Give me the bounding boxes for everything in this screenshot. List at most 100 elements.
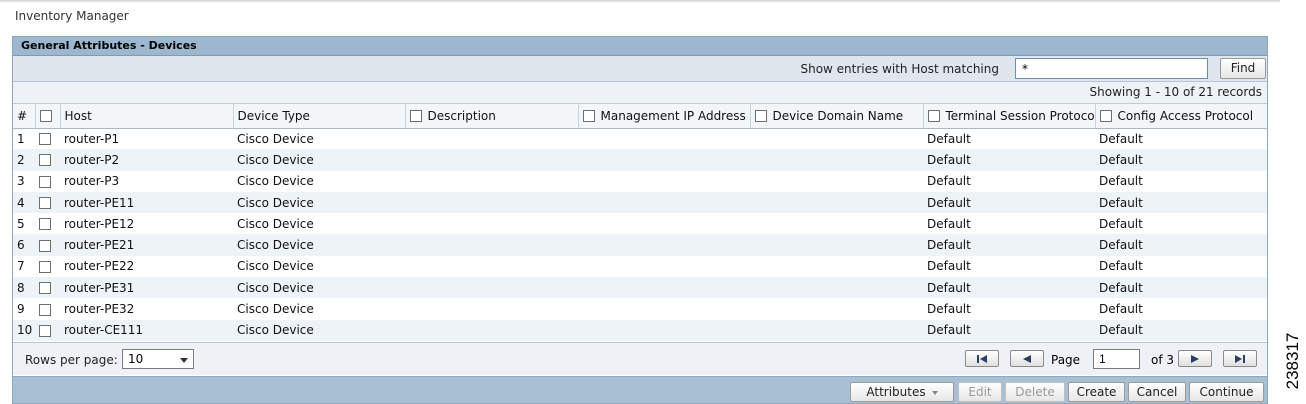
column-header-mgmt-ip[interactable]: Management IP Address [578,104,751,129]
next-page-button[interactable] [1178,350,1212,367]
row-index: 9 [17,302,25,317]
row-index: 10 [13,319,35,341]
panel-title: General Attributes - Devices [13,37,1267,56]
domain-column-checkbox[interactable] [754,110,767,123]
next-page-icon [1191,355,1199,363]
column-header-config[interactable]: Config Access Protocol [1095,104,1267,129]
row-checkbox[interactable] [39,303,51,316]
filter-bar: Show entries with Host matching Find [13,56,1267,82]
row-config-link[interactable]: Default [1095,171,1267,192]
row-device-type: Cisco Device [233,234,405,256]
records-summary: Showing 1 - 10 of 21 records [13,82,1267,104]
row-terminal-link[interactable]: Default [923,128,1095,149]
row-device-type: Cisco Device [237,259,314,274]
row-config-link[interactable]: Default [1095,277,1267,299]
row-checkbox[interactable] [39,282,51,295]
config-column-checkbox[interactable] [1099,110,1112,123]
row-config-link[interactable]: Default [1095,234,1267,256]
edit-button[interactable]: Edit [958,382,1002,402]
row-terminal-link[interactable]: Default [923,298,1095,319]
table-row[interactable]: 9 router-PE32 Cisco Device Default Default [13,298,1267,319]
row-config-link[interactable]: Default [1095,298,1267,319]
create-button[interactable]: Create [1068,382,1125,402]
row-checkbox[interactable] [39,239,51,252]
host-filter-input[interactable] [1015,58,1208,79]
description-column-checkbox[interactable] [409,110,422,123]
row-checkbox[interactable] [39,324,51,337]
prev-page-icon [1023,355,1031,363]
action-bar: Attributes Edit Delete Create Cancel Con… [13,376,1267,403]
column-header-select [35,104,61,129]
table-header-row: # Host Device Type Description Managemen… [13,104,1267,129]
row-checkbox[interactable] [39,197,51,210]
rows-per-page-select[interactable]: 10 [122,349,194,369]
row-checkbox[interactable] [39,133,51,146]
table-row[interactable]: 3 router-P3 Cisco Device Default Default [13,171,1267,192]
column-header-domain[interactable]: Device Domain Name [750,104,924,129]
row-host: router-PE12 [64,216,135,231]
row-index: 3 [17,174,25,189]
chevron-down-icon [931,390,938,395]
row-device-type: Cisco Device [233,191,405,214]
prev-page-button[interactable] [1010,350,1044,367]
chevron-down-icon [180,358,188,363]
find-button[interactable]: Find [1220,58,1266,79]
row-config-link[interactable]: Default [1095,213,1267,234]
devices-table: # Host Device Type Description Managemen… [13,104,1267,341]
row-config-link[interactable]: Default [1095,191,1267,214]
row-terminal-link[interactable]: Default [923,191,1095,214]
row-index: 1 [17,131,25,146]
delete-button[interactable]: Delete [1005,382,1065,402]
row-host: router-P2 [60,149,233,171]
table-row[interactable]: 7 router-PE22 Cisco Device Default Default [13,256,1267,277]
select-all-checkbox[interactable] [39,110,52,123]
row-host: router-PE21 [60,234,233,256]
row-terminal-link[interactable]: Default [923,149,1095,171]
last-page-button[interactable] [1223,350,1257,367]
row-index: 6 [13,234,35,256]
table-row[interactable]: 2 router-P2 Cisco Device Default Default [13,149,1267,171]
page-count-label: of 3 [1151,353,1175,367]
attributes-menu-button[interactable]: Attributes [850,382,954,402]
page-number-input[interactable] [1093,349,1140,369]
row-checkbox[interactable] [39,154,51,167]
row-device-type: Cisco Device [233,319,405,341]
row-host: router-PE22 [64,259,135,274]
row-config-link[interactable]: Default [1095,256,1267,277]
app-title: Inventory Manager [15,9,129,23]
row-checkbox[interactable] [39,218,51,231]
row-terminal-link[interactable]: Default [923,277,1095,299]
row-config-link[interactable]: Default [1095,319,1267,341]
column-header-terminal[interactable]: Terminal Session Protocol [923,104,1096,129]
table-row[interactable]: 1 router-P1 Cisco Device Default Default [13,128,1267,149]
continue-button[interactable]: Continue [1189,382,1264,402]
row-terminal-link[interactable]: Default [923,319,1095,341]
column-header-description[interactable]: Description [405,104,579,129]
row-terminal-link[interactable]: Default [923,234,1095,256]
row-terminal-link[interactable]: Default [923,213,1095,234]
column-header-host[interactable]: Host [60,104,234,129]
table-row[interactable]: 5 router-PE12 Cisco Device Default Default [13,213,1267,234]
row-index: 7 [17,259,25,274]
row-terminal-link[interactable]: Default [923,256,1095,277]
row-device-type: Cisco Device [237,216,314,231]
mgmt-ip-column-checkbox[interactable] [582,110,595,123]
cancel-button[interactable]: Cancel [1128,382,1186,402]
row-device-type: Cisco Device [237,174,314,189]
row-device-type: Cisco Device [237,302,314,317]
terminal-column-checkbox[interactable] [927,110,940,123]
row-config-link[interactable]: Default [1095,128,1267,149]
first-page-button[interactable] [965,350,999,367]
column-header-device-type[interactable]: Device Type [233,104,406,129]
row-terminal-link[interactable]: Default [923,171,1095,192]
table-row[interactable]: 8 router-PE31 Cisco Device Default Default [13,277,1267,299]
row-host: router-P1 [64,131,120,146]
row-checkbox[interactable] [39,260,51,273]
row-config-link[interactable]: Default [1095,149,1267,171]
row-checkbox[interactable] [39,175,51,188]
row-host: router-PE31 [60,277,233,299]
row-host: router-P3 [64,174,120,189]
table-row[interactable]: 6 router-PE21 Cisco Device Default Default [13,234,1267,256]
table-row[interactable]: 4 router-PE11 Cisco Device Default Default [13,191,1267,214]
table-row[interactable]: 10 router-CE111 Cisco Device Default Default [13,319,1267,341]
